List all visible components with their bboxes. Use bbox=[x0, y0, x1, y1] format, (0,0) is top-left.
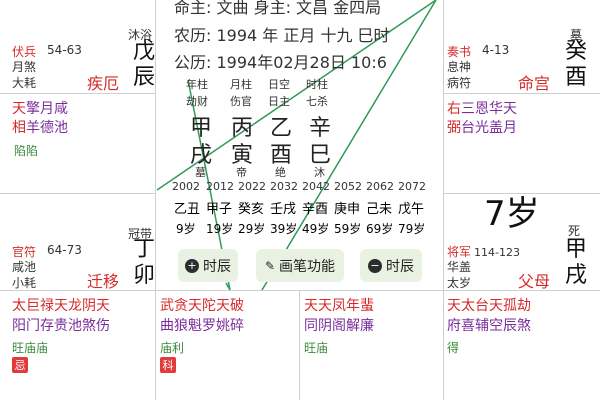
brightness: 旺庙庙 bbox=[12, 341, 49, 355]
pillar-title: 日空 bbox=[268, 78, 290, 91]
decade-age: 69岁 bbox=[366, 222, 394, 236]
decade-gz: 辛酉 bbox=[302, 202, 329, 217]
age-range: 114-123 bbox=[474, 246, 520, 259]
stem: 癸 bbox=[565, 39, 588, 64]
pen-tool-button[interactable]: ✎ 画笔功能 bbox=[256, 249, 344, 282]
stars-row: 府喜辅空辰煞 bbox=[447, 318, 531, 334]
star-label: 月煞 bbox=[12, 60, 37, 74]
button-label: 画笔功能 bbox=[279, 258, 336, 275]
decade-age: 39岁 bbox=[270, 222, 298, 236]
star-label: 病符 bbox=[447, 76, 472, 90]
branch: 戌 bbox=[565, 263, 588, 288]
stars-row: 曲狼魁罗姚碎 bbox=[160, 318, 244, 334]
brightness: 得 bbox=[447, 341, 460, 355]
decade-age: 9岁 bbox=[176, 222, 196, 236]
age-range: 54-63 bbox=[47, 43, 82, 57]
brightness: 陷陷 bbox=[14, 144, 39, 158]
info-line: 命主: 文曲 身主: 文昌 金四局 bbox=[174, 0, 382, 17]
palace-name: 父母 bbox=[518, 272, 551, 291]
plus-icon: + bbox=[185, 258, 199, 273]
decade-gz: 乙丑 bbox=[174, 202, 201, 217]
decade-year: 2002 bbox=[172, 180, 200, 193]
decade-age: 29岁 bbox=[238, 222, 266, 236]
brightness: 旺庙 bbox=[304, 341, 329, 355]
star-minor: 三恩华天 bbox=[461, 101, 517, 117]
stars-row: 天天凤年蜚 bbox=[304, 298, 374, 314]
pillar-title: 月柱 bbox=[230, 78, 252, 91]
hua-ke-badge: 科 bbox=[160, 357, 176, 373]
age-range: 4-13 bbox=[482, 43, 510, 57]
branch: 辰 bbox=[133, 65, 156, 90]
current-age: 7岁 bbox=[484, 194, 540, 234]
stars-row: 阳门存贵池煞伤 bbox=[12, 318, 110, 334]
star-label: 咸池 bbox=[12, 260, 37, 274]
minus-icon: − bbox=[368, 258, 382, 273]
decade-year: 2042 bbox=[302, 180, 330, 193]
stem: 丁 bbox=[133, 237, 156, 262]
decade-year: 2012 bbox=[206, 180, 234, 193]
pillar-phase: 帝 bbox=[236, 166, 247, 179]
decade-gz: 己未 bbox=[366, 202, 393, 217]
pillar-title: 年柱 bbox=[186, 78, 208, 91]
decade-age: 19岁 bbox=[206, 222, 234, 236]
stars-row: 天太台天孤劫 bbox=[447, 298, 531, 314]
button-label: 时辰 bbox=[386, 258, 414, 275]
brightness: 庙利 bbox=[160, 341, 185, 355]
stars-row: 武贪天陀天破 bbox=[160, 298, 244, 314]
stars-row: 太巨禄天龙阴天 bbox=[12, 298, 110, 314]
star-label: 太岁 bbox=[447, 276, 472, 290]
age-range: 64-73 bbox=[47, 243, 82, 257]
prev-hour-button[interactable]: − 时辰 bbox=[360, 249, 422, 282]
decade-gz: 癸亥 bbox=[238, 202, 265, 217]
star-main: 相 bbox=[12, 120, 26, 136]
star-label: 大耗 bbox=[12, 76, 37, 90]
star-minor: 羊德池 bbox=[26, 120, 68, 136]
decade-gz: 壬戌 bbox=[270, 202, 297, 217]
pillar-sub: 伤官 bbox=[230, 95, 252, 108]
decade-age: 59岁 bbox=[334, 222, 362, 236]
palace-name: 迁移 bbox=[87, 272, 120, 291]
branch: 酉 bbox=[565, 65, 588, 90]
decade-year: 2072 bbox=[398, 180, 426, 193]
star-minor: 台光盖月 bbox=[461, 120, 517, 136]
stem: 甲 bbox=[565, 237, 588, 262]
pillar-sub: 日主 bbox=[268, 95, 290, 108]
star-label: 华盖 bbox=[447, 260, 472, 274]
decade-gz: 戊午 bbox=[398, 202, 425, 217]
stars-row: 同阴阁解廉 bbox=[304, 318, 374, 334]
button-label: 时辰 bbox=[203, 258, 231, 275]
decade-age: 79岁 bbox=[398, 222, 426, 236]
pillar-phase: 沐 bbox=[314, 166, 325, 179]
decade-year: 2052 bbox=[334, 180, 362, 193]
stem: 戊 bbox=[133, 39, 156, 64]
star-label: 息神 bbox=[447, 60, 472, 74]
palace-name: 疾厄 bbox=[87, 74, 120, 93]
pen-icon: ✎ bbox=[264, 258, 276, 273]
decade-year: 2062 bbox=[366, 180, 394, 193]
star-label: 小耗 bbox=[12, 276, 37, 290]
decade-age: 49岁 bbox=[302, 222, 330, 236]
star-main: 弼 bbox=[447, 120, 461, 136]
pillar-title: 时柱 bbox=[306, 78, 328, 91]
hua-ji-badge: 忌 bbox=[12, 357, 28, 373]
info-line: 公历: 1994年02月28日 10:6 bbox=[174, 53, 387, 72]
star-main: 右 bbox=[447, 101, 461, 117]
pillar-sub: 劫财 bbox=[186, 95, 208, 108]
branch: 卯 bbox=[133, 263, 156, 288]
pillar-phase: 绝 bbox=[275, 166, 286, 179]
decade-year: 2022 bbox=[238, 180, 266, 193]
decade-gz: 庚申 bbox=[334, 202, 361, 217]
pillar-phase: 墓 bbox=[195, 166, 206, 179]
decade-year: 2032 bbox=[270, 180, 298, 193]
decade-gz: 甲子 bbox=[206, 202, 233, 217]
palace-name: 命宫 bbox=[518, 74, 551, 93]
pillar-sub: 七杀 bbox=[306, 95, 328, 108]
star-minor: 擎月咸 bbox=[26, 101, 68, 117]
star-main: 天 bbox=[12, 101, 26, 117]
next-hour-button[interactable]: + 时辰 bbox=[178, 249, 238, 282]
info-line: 农历: 1994 年 正月 十九 巳时 bbox=[174, 26, 390, 45]
